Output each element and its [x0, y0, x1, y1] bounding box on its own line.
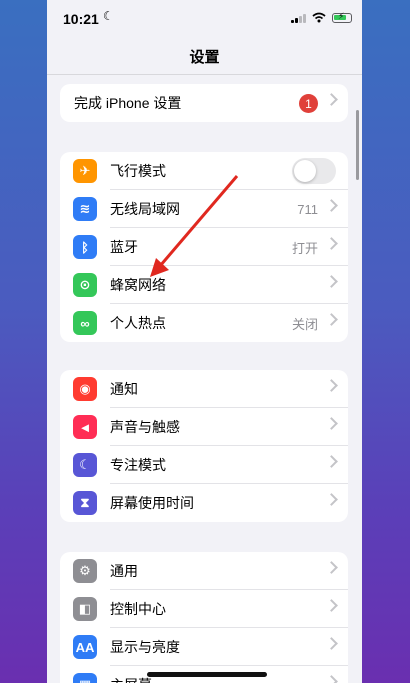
notification-setting-row[interactable]: ☾ 专注模式 [60, 446, 348, 484]
setting-label: 显示与亮度 [110, 639, 180, 655]
network-setting-row[interactable]: ≋ 无线局域网 711 [60, 190, 348, 228]
general-setting-row[interactable]: ⚙ 通用 [60, 552, 348, 590]
wifi-status-icon [312, 12, 326, 23]
focus-moon-icon: ☾ [103, 9, 114, 23]
notification-setting-row[interactable]: ◄ 声音与触感 [60, 408, 348, 446]
chevron-right-icon [325, 237, 338, 250]
network-setting-row[interactable]: ⊙ 蜂窝网络 [60, 266, 348, 304]
setting-label: 专注模式 [110, 457, 166, 473]
general-group: ⚙ 通用 ◧ 控制中心 AA 显示与亮度 ▦ 主屏幕 [60, 552, 348, 683]
hotspot-link-icon: ∞ [73, 311, 97, 335]
hourglass-icon: ⧗ [73, 491, 97, 515]
setting-value: 711 [297, 201, 318, 217]
status-time: 10:21 [63, 11, 99, 27]
speaker-icon: ◄ [73, 415, 97, 439]
text-size-icon: AA [73, 635, 97, 659]
gear-icon: ⚙ [73, 559, 97, 583]
finish-setup-label: 完成 iPhone 设置 [74, 95, 182, 111]
chevron-right-icon [325, 379, 338, 392]
cellular-antenna-icon: ⊙ [73, 273, 97, 297]
moon-icon: ☾ [73, 453, 97, 477]
setup-group: 完成 iPhone 设置 1 [60, 84, 348, 122]
finish-setup-row[interactable]: 完成 iPhone 设置 1 [60, 84, 348, 122]
setting-label: 主屏幕 [110, 675, 152, 683]
setting-value: 关闭 [291, 316, 318, 332]
notification-badge: 1 [299, 94, 318, 113]
wifi-icon: ≋ [73, 197, 97, 221]
battery-icon: ⚡ [332, 11, 352, 23]
setting-label: 蜂窝网络 [110, 277, 166, 293]
chevron-right-icon [325, 417, 338, 430]
chevron-right-icon [325, 313, 338, 326]
notification-setting-row[interactable]: ◉ 通知 [60, 370, 348, 408]
chevron-right-icon [325, 561, 338, 574]
bell-icon: ◉ [73, 377, 97, 401]
general-setting-row[interactable]: ◧ 控制中心 [60, 590, 348, 628]
chevron-right-icon [325, 455, 338, 468]
network-group: ✈ 飞行模式 ≋ 无线局域网 711 ᛒ 蓝牙 打开 ⊙ 蜂窝网络 ∞ 个人热点 关闭 [60, 152, 348, 342]
setting-label: 个人热点 [110, 315, 166, 331]
status-icons: ⚡ [291, 11, 352, 23]
chevron-right-icon [325, 493, 338, 506]
network-setting-row[interactable]: ✈ 飞行模式 [60, 152, 348, 190]
toggle-knob [294, 160, 316, 182]
setting-label: 控制中心 [110, 601, 166, 617]
scroll-indicator[interactable] [356, 110, 359, 180]
setting-label: 蓝牙 [110, 239, 138, 255]
setting-label: 屏幕使用时间 [110, 495, 194, 511]
setting-label: 无线局域网 [110, 201, 180, 217]
setting-label: 通用 [110, 563, 138, 579]
setting-label: 飞行模式 [110, 163, 166, 179]
setting-label: 声音与触感 [110, 419, 180, 435]
chevron-right-icon [325, 599, 338, 612]
bluetooth-icon: ᛒ [73, 235, 97, 259]
notifications-group: ◉ 通知 ◄ 声音与触感 ☾ 专注模式 ⧗ 屏幕使用时间 [60, 370, 348, 522]
cellular-signal-icon [291, 13, 306, 23]
setting-label: 通知 [110, 381, 138, 397]
home-screen-icon: ▦ [73, 673, 97, 683]
chevron-right-icon [325, 275, 338, 288]
network-setting-row[interactable]: ∞ 个人热点 关闭 [60, 304, 348, 342]
airplane-icon: ✈ [73, 159, 97, 183]
airplane-mode-toggle[interactable] [292, 158, 336, 184]
status-bar: 10:21 ☾ ⚡ [47, 0, 362, 38]
switches-icon: ◧ [73, 597, 97, 621]
page-title: 设置 [189, 49, 220, 66]
home-indicator[interactable] [147, 672, 267, 677]
setting-value: 打开 [291, 240, 318, 256]
chevron-right-icon [325, 675, 338, 683]
notification-setting-row[interactable]: ⧗ 屏幕使用时间 [60, 484, 348, 522]
phone-screen: 10:21 ☾ ⚡ 设置 完成 iPhone 设置 1 ✈ 飞行模式 ≋ 无线局域网 7… [47, 0, 362, 683]
nav-divider [47, 74, 362, 75]
chevron-right-icon [325, 637, 338, 650]
chevron-right-icon [325, 199, 338, 212]
chevron-right-icon [325, 93, 338, 106]
network-setting-row[interactable]: ᛒ 蓝牙 打开 [60, 228, 348, 266]
general-setting-row[interactable]: AA 显示与亮度 [60, 628, 348, 666]
